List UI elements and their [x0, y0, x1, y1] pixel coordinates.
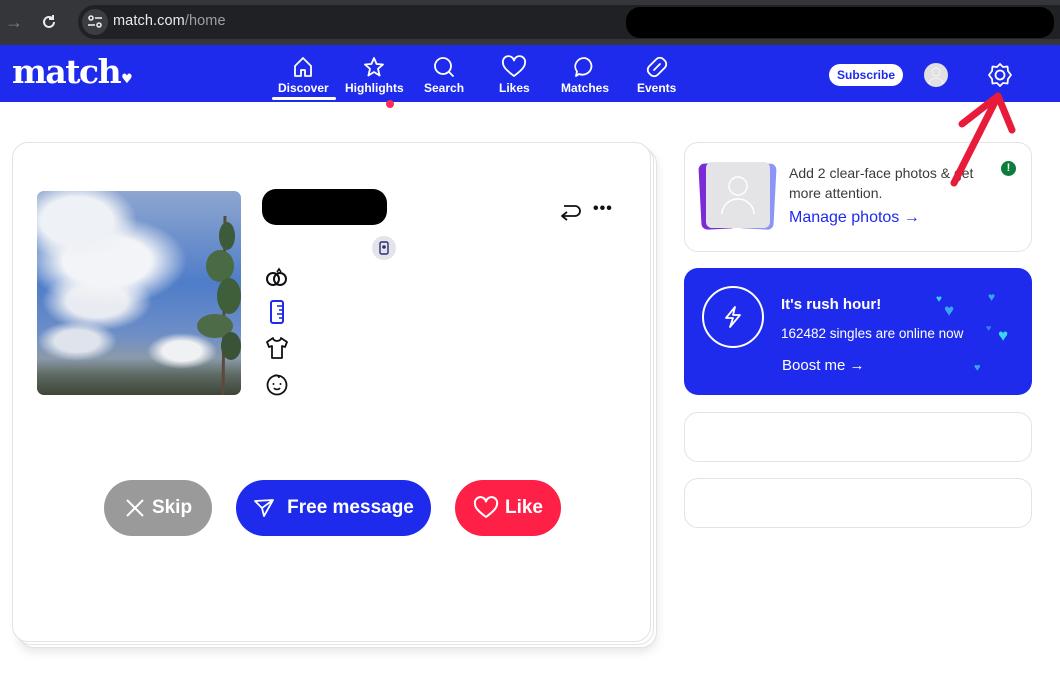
logo-heart-icon: ♥: [121, 72, 133, 87]
star-icon: [364, 57, 385, 77]
height-attribute: [264, 299, 290, 325]
nav-likes[interactable]: Likes: [499, 55, 530, 95]
user-icon: [928, 67, 944, 85]
alert-icon: !: [1001, 161, 1016, 176]
profile-name-redacted: [262, 189, 387, 225]
more-options-button[interactable]: •••: [593, 200, 613, 219]
nav-label: Discover: [278, 81, 329, 95]
photo-prompt-text: Add 2 clear-face photos & get more atten…: [789, 165, 974, 201]
tune-icon: [88, 15, 102, 28]
placeholder-card: [684, 478, 1032, 528]
forward-button[interactable]: →: [3, 11, 25, 33]
children-attribute: [264, 371, 290, 397]
decorative-heart-icon: ♥: [986, 323, 992, 333]
undo-arrow-icon: [561, 205, 581, 221]
ruler-icon: [270, 300, 284, 324]
tree-graphic: [197, 215, 241, 395]
free-message-button[interactable]: Free message: [236, 480, 431, 536]
app-header: match♥ Discover Highlights Search Likes …: [0, 45, 1060, 108]
settings-button[interactable]: [987, 62, 1013, 88]
profile-photo[interactable]: [37, 191, 241, 395]
url-host: match.com: [113, 13, 185, 29]
nav-search[interactable]: Search: [424, 55, 464, 95]
photo-placeholder: [706, 162, 770, 228]
browser-toolbar: → match.com/home: [0, 0, 1060, 45]
manage-photos-link[interactable]: Manage photos →: [789, 209, 920, 227]
home-icon: [294, 57, 313, 77]
decorative-heart-icon: ♥: [998, 326, 1009, 345]
baby-face-icon: [266, 374, 288, 396]
notification-dot: [386, 100, 394, 108]
match-logo[interactable]: match♥: [12, 52, 133, 91]
nav-label: Matches: [561, 81, 610, 95]
photo-placeholder-stack: [697, 159, 777, 231]
rings-icon: [266, 267, 287, 286]
free-message-label: Free message: [287, 497, 414, 518]
shirt-icon: [266, 337, 288, 359]
photo-verified-badge[interactable]: [372, 236, 396, 260]
ellipsis-icon: •••: [593, 200, 613, 217]
skip-button[interactable]: Skip: [104, 480, 212, 536]
decorative-heart-icon: ♥: [988, 290, 996, 304]
heart-icon: [473, 496, 499, 518]
placeholder-card: [684, 412, 1032, 462]
decorative-heart-icon: ♥: [936, 294, 942, 305]
boost-me-link[interactable]: Boost me →: [782, 357, 865, 374]
redaction-block: [626, 7, 1054, 38]
send-icon: [254, 499, 275, 517]
nav-label: Likes: [499, 81, 530, 95]
logo-text: match: [12, 52, 122, 91]
heart-icon: [502, 55, 527, 77]
reload-icon: [43, 15, 55, 28]
relationship-attribute: [264, 264, 290, 290]
url-path: /home: [184, 13, 226, 29]
boost-icon-circle: [702, 286, 764, 348]
like-label: Like: [504, 497, 544, 518]
lightning-icon: [725, 306, 741, 328]
avatar[interactable]: [924, 63, 948, 87]
user-icon: [721, 176, 755, 215]
active-tab-indicator: [272, 97, 336, 100]
photo-prompt-card: Add 2 clear-face photos & get more atten…: [684, 142, 1032, 252]
nav-label: Search: [424, 81, 465, 95]
rush-hour-title: It's rush hour!: [781, 296, 882, 313]
nav-label: Highlights: [345, 81, 404, 95]
nav-matches[interactable]: Matches: [561, 55, 609, 95]
chat-bubble-icon: [574, 57, 593, 77]
like-button[interactable]: Like: [455, 480, 561, 536]
phone-verified-icon: [379, 241, 389, 255]
nav-discover[interactable]: Discover: [278, 55, 329, 95]
decorative-heart-icon: ♥: [974, 362, 981, 374]
nav-events[interactable]: Events: [637, 55, 676, 95]
search-icon: [434, 57, 454, 77]
subscribe-button[interactable]: Subscribe: [829, 64, 903, 86]
nav-label: Events: [637, 81, 677, 95]
reload-button[interactable]: [38, 11, 60, 33]
ticket-icon: [646, 56, 667, 78]
undo-button[interactable]: [558, 199, 584, 225]
nav-highlights[interactable]: Highlights: [345, 55, 404, 95]
decorative-heart-icon: ♥: [944, 301, 955, 320]
url-text[interactable]: match.com/home: [113, 13, 226, 29]
site-info-button[interactable]: [82, 9, 108, 35]
body-type-attribute: [264, 335, 290, 361]
online-count-text: 162482 singles are online now: [781, 326, 964, 341]
gear-icon: [988, 63, 1012, 87]
close-icon: [126, 499, 144, 517]
skip-label: Skip: [151, 497, 193, 518]
rush-hour-card: It's rush hour! 162482 singles are onlin…: [684, 268, 1032, 395]
